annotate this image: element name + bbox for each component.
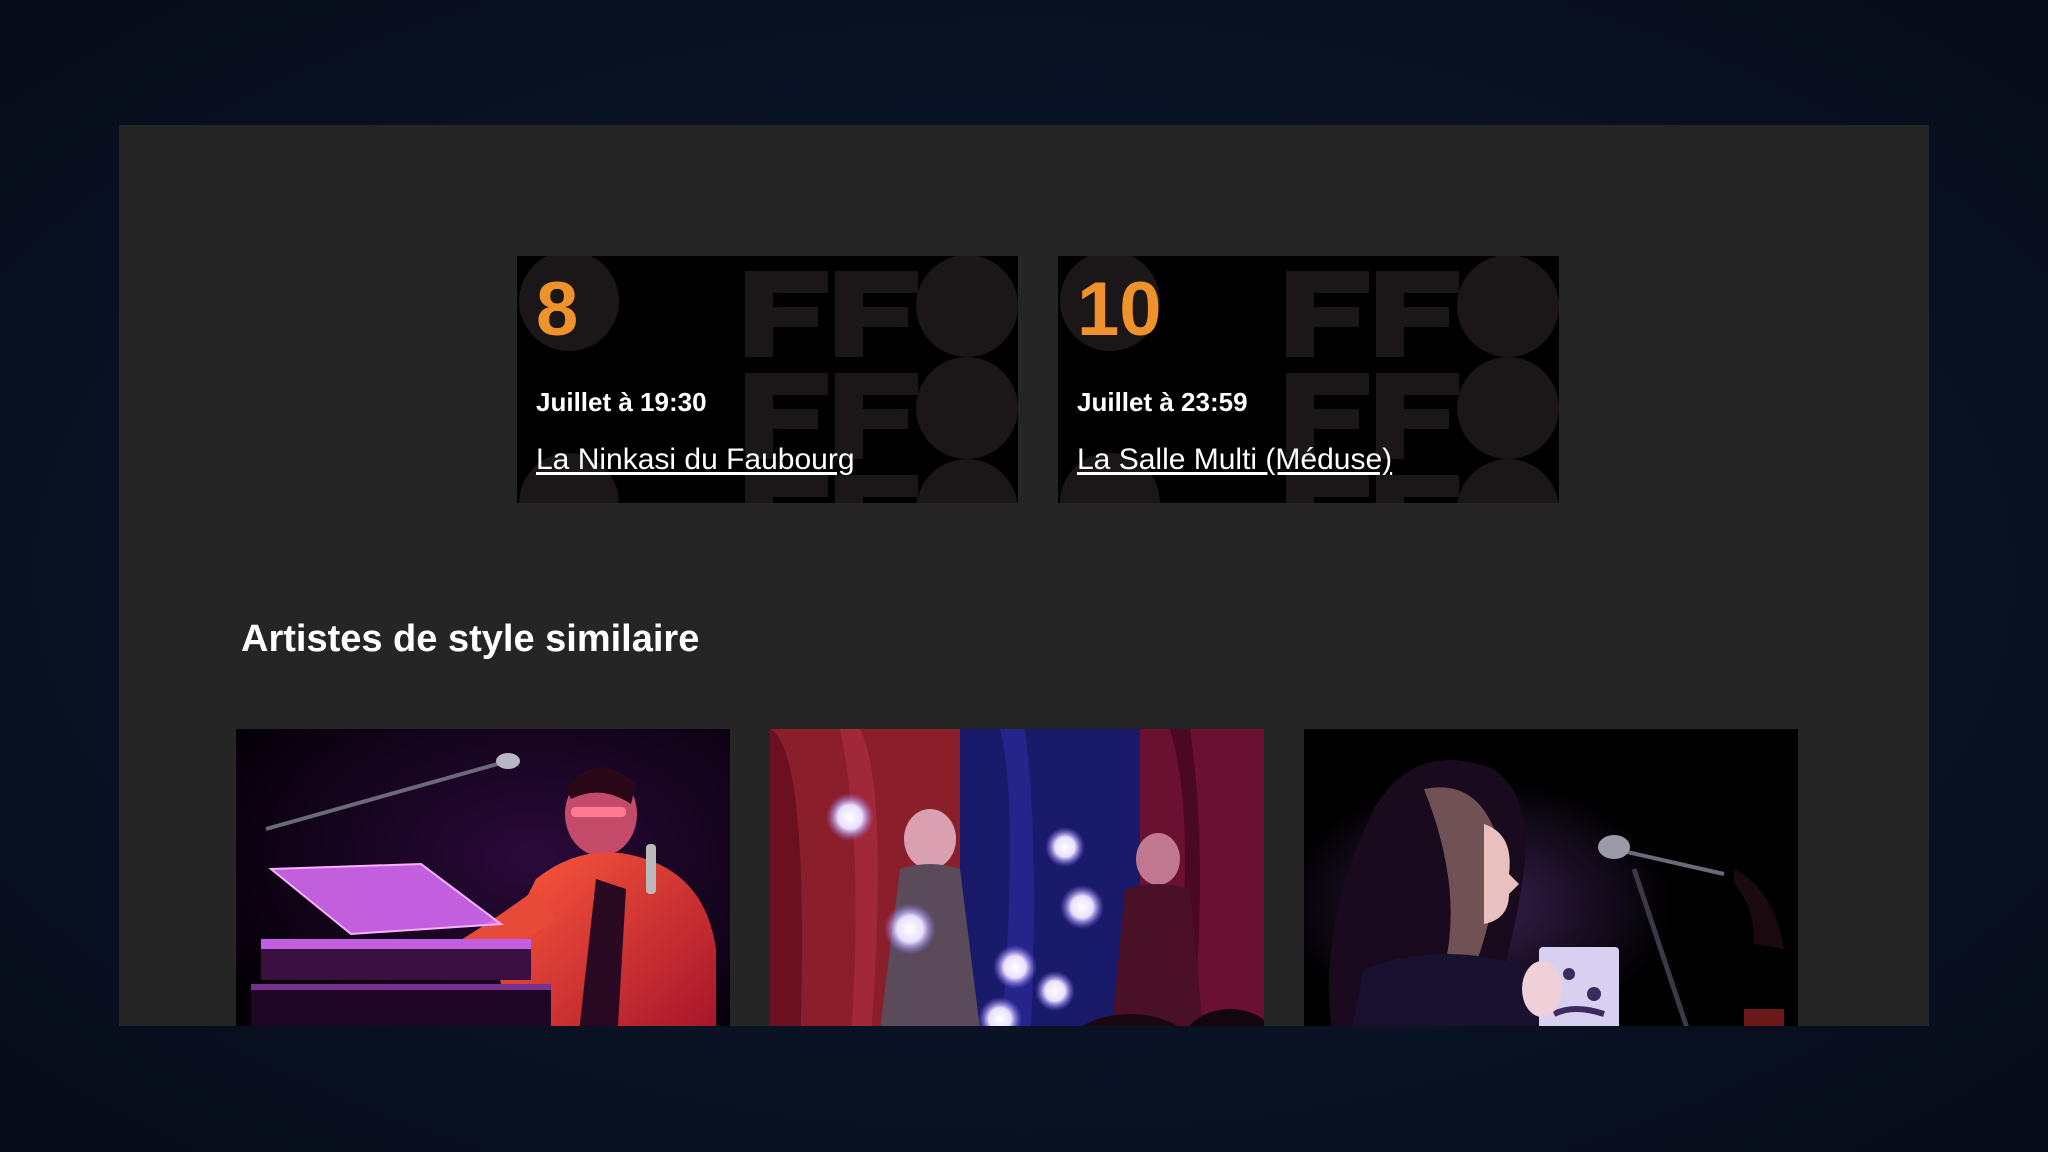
content-panel: 8 Juillet à 19:30 La Ninkasi du Faubourg… — [119, 125, 1929, 1026]
event-day: 10 — [1077, 267, 1162, 352]
artist-photo[interactable] — [236, 729, 730, 1026]
event-day: 8 — [536, 267, 579, 352]
event-card: 8 Juillet à 19:30 La Ninkasi du Faubourg — [517, 256, 1018, 503]
event-venue-link[interactable]: La Ninkasi du Faubourg — [536, 443, 855, 477]
artist-photo[interactable] — [770, 729, 1264, 1026]
artist-photo[interactable] — [1304, 729, 1798, 1026]
event-card: 10 Juillet à 23:59 La Salle Multi (Médus… — [1058, 256, 1559, 503]
event-date-time: Juillet à 23:59 — [1077, 387, 1248, 417]
similar-artists-heading: Artistes de style similaire — [241, 618, 700, 660]
event-date-time: Juillet à 19:30 — [536, 387, 707, 417]
event-venue-link[interactable]: La Salle Multi (Méduse) — [1077, 443, 1392, 477]
